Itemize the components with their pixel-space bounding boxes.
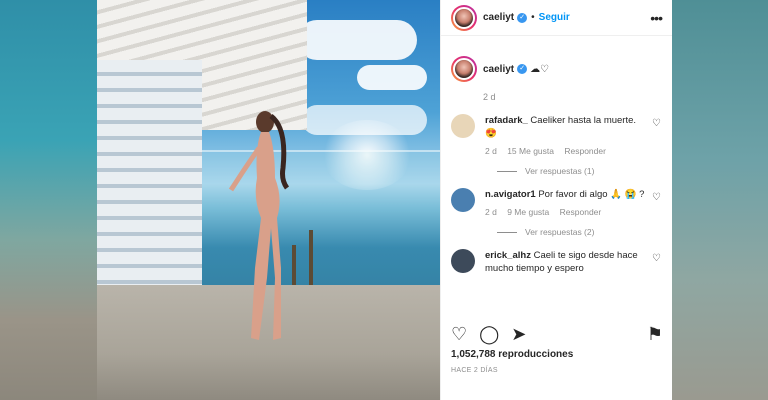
action-bar: ♡ ◯ ➤ ⚑ (451, 324, 663, 345)
caption-avatar[interactable] (451, 56, 477, 82)
share-icon[interactable]: ➤ (511, 324, 526, 345)
caption-username[interactable]: caeliyt (483, 64, 514, 75)
comment-avatar[interactable] (451, 114, 475, 138)
view-replies-label[interactable]: Ver respuestas (2) (525, 227, 594, 237)
more-options-icon[interactable]: ••• (650, 10, 663, 26)
comment-username[interactable]: n.avigator1 (485, 189, 536, 200)
caption: caeliyt ✓ ☁♡ (451, 56, 663, 82)
verified-icon: ✓ (517, 12, 528, 23)
verified-icon: ✓ (517, 64, 528, 74)
avatar[interactable] (451, 4, 477, 31)
comment-icon[interactable]: ◯ (479, 324, 499, 345)
heart-icon[interactable]: ♡ (451, 324, 467, 345)
post-photo[interactable] (97, 0, 440, 400)
view-replies-button[interactable]: Ver respuestas (2) (497, 227, 663, 237)
comment-likes[interactable]: 9 Me gusta (507, 207, 549, 217)
reply-button[interactable]: Responder (560, 207, 602, 217)
posted-time: HACE 2 DÍAS (451, 367, 498, 374)
replies-line (497, 231, 517, 233)
like-comment-icon[interactable]: ♡ (652, 192, 661, 203)
view-replies-button[interactable]: Ver respuestas (1) (497, 166, 663, 176)
comment-meta: 2 d 9 Me gusta Responder (485, 207, 645, 217)
follow-button[interactable]: Seguir (539, 12, 570, 23)
cloud-shape (297, 20, 417, 60)
views-count[interactable]: 1,052,788 reproducciones (451, 349, 573, 360)
comment-text-line: erick_alhz Caeli te sigo desde hace much… (485, 249, 645, 275)
comment-item: n.avigator1 Por favor di algo 🙏 😭 ? 2 d … (451, 188, 663, 217)
comment-body: rafadark_ Caeliker hasta la muerte. 😍 2 … (485, 114, 645, 156)
like-comment-icon[interactable]: ♡ (652, 118, 661, 129)
bookmark-icon[interactable]: ⚑ (647, 324, 663, 345)
comment-text: Por favor di algo 🙏 😭 ? (538, 189, 645, 200)
like-comment-icon[interactable]: ♡ (652, 253, 661, 264)
avatar-image (453, 6, 475, 29)
separator-dot: • (531, 12, 535, 23)
caption-emoji: ☁♡ (530, 63, 550, 75)
caption-time: 2 d (483, 92, 496, 102)
comments-list[interactable]: caeliyt ✓ ☁♡ 2 d rafadark_ Caeliker hast… (441, 50, 673, 315)
comment-username[interactable]: erick_alhz (485, 250, 531, 261)
replies-line (497, 170, 517, 172)
comment-text-line: rafadark_ Caeliker hasta la muerte. 😍 (485, 114, 645, 140)
comment-body: n.avigator1 Por favor di algo 🙏 😭 ? 2 d … (485, 188, 645, 217)
background-blur-left (0, 0, 97, 400)
comment-item: erick_alhz Caeli te sigo desde hace much… (451, 249, 663, 275)
avatar-image (453, 58, 475, 80)
comment-time: 2 d (485, 146, 497, 156)
person-figure (228, 111, 290, 340)
comment-avatar[interactable] (451, 249, 475, 273)
comment-text-line: n.avigator1 Por favor di algo 🙏 😭 ? (485, 188, 645, 201)
building (97, 60, 202, 300)
reply-button[interactable]: Responder (564, 146, 606, 156)
comment-username[interactable]: rafadark_ (485, 115, 528, 126)
comment-body: erick_alhz Caeli te sigo desde hace much… (485, 249, 645, 275)
header-username[interactable]: caeliyt (483, 12, 514, 23)
comment-item: rafadark_ Caeliker hasta la muerte. 😍 2 … (451, 114, 663, 156)
cloud-shape (357, 65, 427, 90)
post-header: caeliyt ✓ • Seguir ••• (441, 0, 672, 36)
background-blur-right (672, 0, 768, 400)
comment-time: 2 d (485, 207, 497, 217)
comment-meta: 2 d 15 Me gusta Responder (485, 146, 645, 156)
view-replies-label[interactable]: Ver respuestas (1) (525, 166, 594, 176)
comment-likes[interactable]: 15 Me gusta (507, 146, 554, 156)
post-side-panel: caeliyt ✓ • Seguir ••• caeliyt ✓ ☁♡ 2 d … (440, 0, 672, 400)
comment-avatar[interactable] (451, 188, 475, 212)
